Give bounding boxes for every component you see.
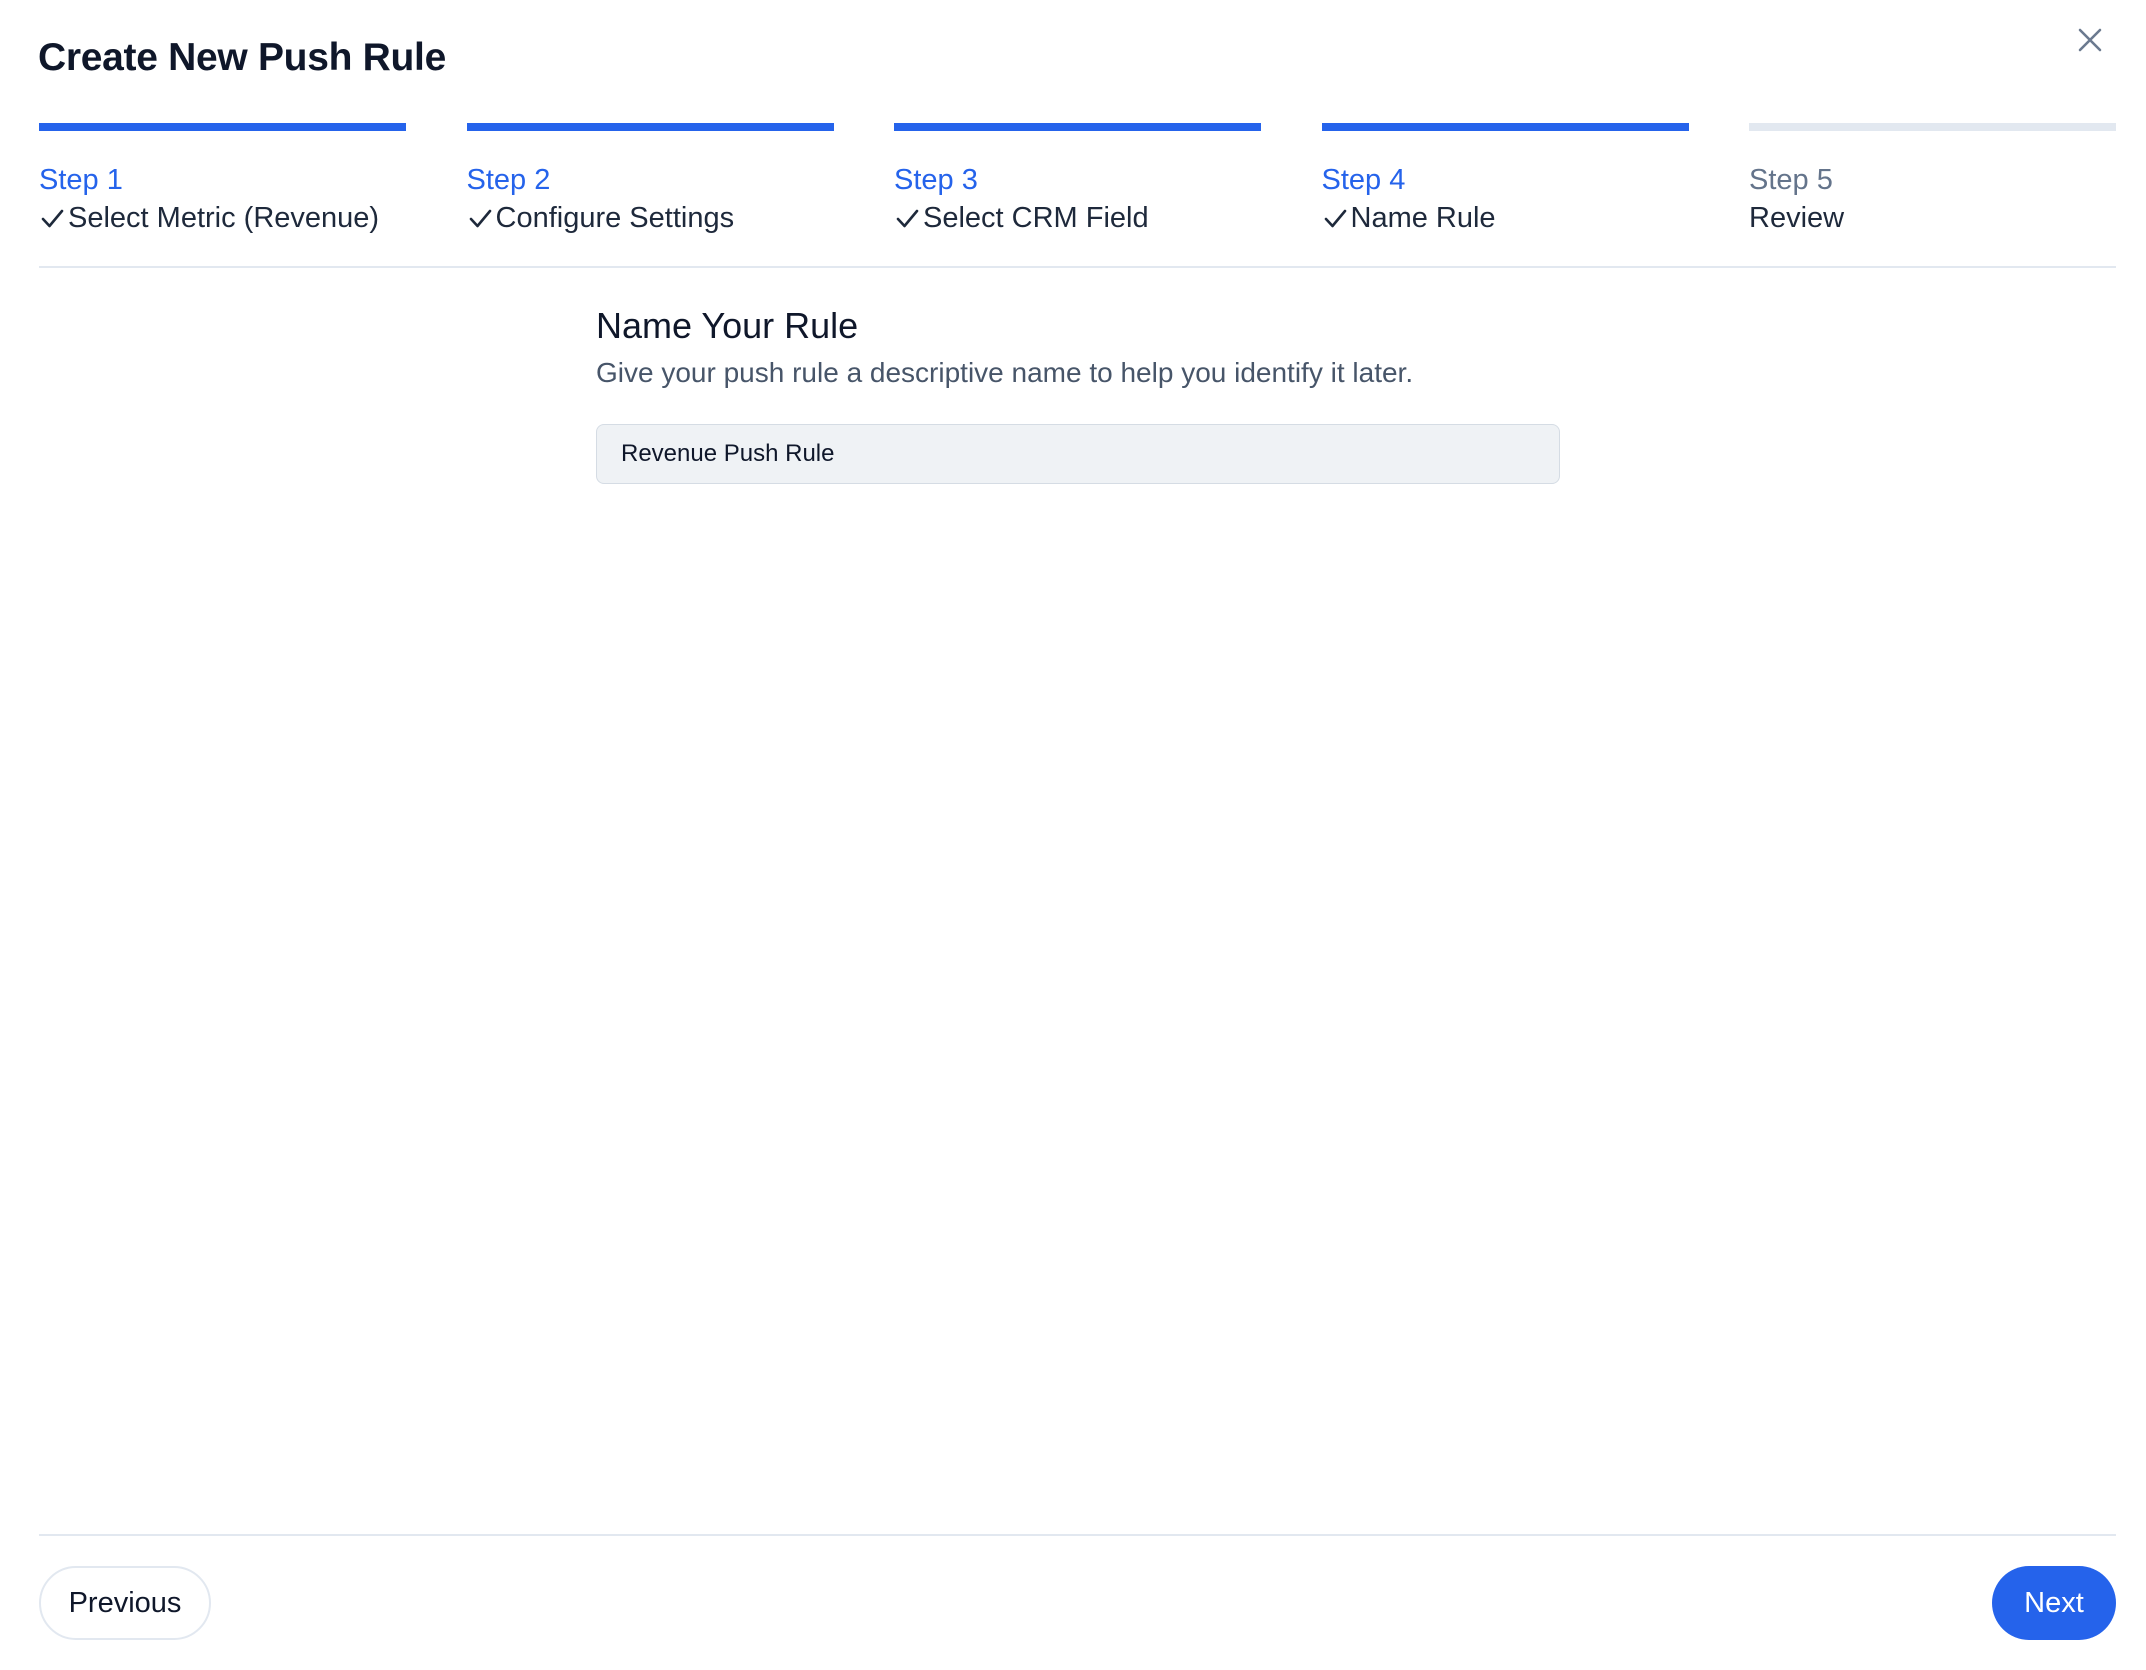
header-divider <box>39 266 2116 268</box>
step-2[interactable]: Step 2 Configure Settings <box>466 123 834 237</box>
step-4[interactable]: Step 4 Name Rule <box>1321 123 1689 237</box>
step-3-number: Step 3 <box>894 164 978 196</box>
name-rule-section: Name Your Rule Give your push rule a des… <box>596 300 1560 484</box>
check-icon <box>467 205 494 232</box>
dialog-title: Create New Push Rule <box>38 36 446 79</box>
close-icon[interactable] <box>2072 22 2108 58</box>
step-5-number: Step 5 <box>1749 164 1833 196</box>
step-4-label: Name Rule <box>1350 202 1496 234</box>
step-progress: Step 1 Select Metric (Revenue) Step 2 Co… <box>39 123 2116 237</box>
check-icon <box>39 205 66 232</box>
step-1-progress-bar <box>39 123 406 131</box>
step-2-label-row: Configure Settings <box>467 199 834 237</box>
step-1-label: Select Metric (Revenue) <box>68 202 380 234</box>
step-3-label-row: Select CRM Field <box>894 199 1261 237</box>
step-5[interactable]: Step 5 Review <box>1749 123 2116 237</box>
create-push-rule-dialog: Create New Push Rule Step 1 Select Metri… <box>0 0 2146 1670</box>
step-4-label-row: Name Rule <box>1322 199 1689 237</box>
section-heading: Name Your Rule <box>596 305 859 346</box>
step-5-label-row: Review <box>1749 199 2116 237</box>
step-2-number: Step 2 <box>466 164 551 196</box>
step-3-label: Select CRM Field <box>923 202 1149 234</box>
step-4-progress-bar <box>1321 123 1689 131</box>
step-4-number: Step 4 <box>1321 164 1406 196</box>
step-5-label: Review <box>1749 202 1845 234</box>
step-1[interactable]: Step 1 Select Metric (Revenue) <box>39 123 406 237</box>
step-3-progress-bar <box>894 123 1261 131</box>
check-icon <box>1322 205 1349 232</box>
step-5-progress-bar <box>1749 123 2116 131</box>
step-1-label-row: Select Metric (Revenue) <box>39 199 406 237</box>
step-2-progress-bar <box>466 123 834 131</box>
step-3[interactable]: Step 3 Select CRM Field <box>894 123 1261 237</box>
section-description: Give your push rule a descriptive name t… <box>596 357 1414 388</box>
check-icon <box>894 205 921 232</box>
previous-button[interactable]: Previous <box>39 1566 211 1640</box>
step-1-number: Step 1 <box>39 164 123 196</box>
footer-divider <box>39 1534 2116 1536</box>
next-button[interactable]: Next <box>1992 1566 2116 1640</box>
step-2-label: Configure Settings <box>495 202 735 234</box>
rule-name-input[interactable] <box>596 424 1560 484</box>
